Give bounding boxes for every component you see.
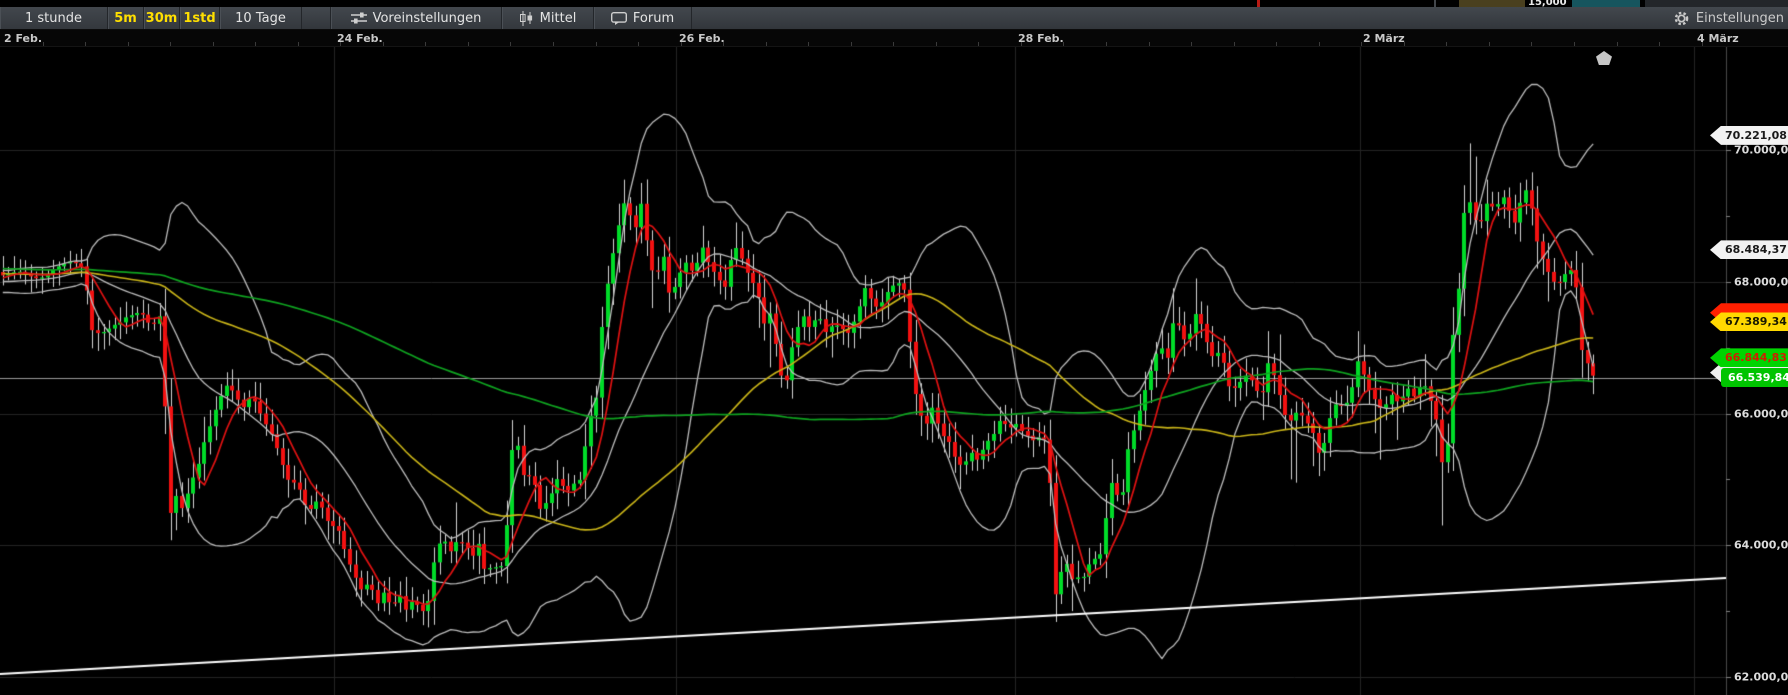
candles-icon	[519, 10, 534, 26]
date-minor-tick	[808, 42, 809, 46]
timeframe-select-label: 1 stunde	[24, 10, 82, 26]
sliders-icon	[350, 12, 367, 24]
date-minor-tick	[638, 42, 639, 46]
date-minor-tick	[1063, 42, 1064, 46]
date-label: 26 Feb.	[679, 32, 725, 45]
date-minor-tick	[85, 42, 86, 46]
top-partial-strip: 15,000	[0, 0, 1788, 7]
forum-button[interactable]: Forum	[594, 7, 692, 29]
tf-5m[interactable]: 5m	[108, 7, 144, 29]
range-10-tage-label: 10 Tage	[235, 10, 286, 26]
date-minor-tick	[1446, 42, 1447, 46]
date-minor-tick	[425, 42, 426, 46]
date-minor-tick	[1234, 42, 1235, 46]
candlestick-canvas[interactable]	[0, 46, 1788, 695]
date-minor-tick	[1276, 42, 1277, 46]
date-minor-tick	[1702, 42, 1703, 46]
tf-30m-label: 30m	[145, 10, 178, 26]
timeframe-select[interactable]: 1 stunde	[0, 7, 108, 29]
date-minor-tick	[766, 42, 767, 46]
date-minor-tick	[170, 42, 171, 46]
date-minor-tick	[1191, 42, 1192, 46]
tf-1std[interactable]: 1std	[180, 7, 220, 29]
einstellungen-button[interactable]: Einstellungen	[1664, 7, 1788, 29]
last-price-flag: 66.539,84	[1721, 368, 1788, 388]
mittel-button[interactable]: Mittel	[502, 7, 594, 29]
date-minor-tick	[1659, 42, 1660, 46]
trading-app-window: 15,000 1 stunde 5m 30m 1std 10 Tage Voreinste…	[0, 0, 1788, 695]
mittel-button-label: Mittel	[539, 10, 577, 26]
date-minor-tick	[893, 42, 894, 46]
price-tick-label: 70.000,00	[1734, 143, 1788, 157]
date-minor-tick	[213, 42, 214, 46]
date-minor-tick	[1106, 42, 1107, 46]
sliders-icon	[350, 12, 367, 24]
date-minor-tick	[1531, 42, 1532, 46]
chart-toolbar: 1 stunde 5m 30m 1std 10 Tage Voreinstellungen…	[0, 7, 1788, 30]
forum-button-label: Forum	[632, 10, 675, 26]
tf-1std-label: 1std	[183, 10, 216, 26]
strip-teal-block	[1572, 0, 1640, 7]
date-label: 28 Feb.	[1018, 32, 1064, 45]
yellow-ma-flag: 67.389,34	[1710, 312, 1788, 332]
date-minor-tick	[596, 42, 597, 46]
date-axis[interactable]: 2 Feb. 24 Feb. 26 Feb. 28 Feb. 2 März 4 März	[0, 30, 1788, 47]
date-minor-tick	[1149, 42, 1150, 46]
date-minor-tick	[1021, 42, 1022, 46]
date-label: 4 März	[1697, 32, 1739, 45]
date-minor-tick	[128, 42, 129, 46]
strip-olive-block	[1459, 0, 1525, 7]
chart-area[interactable]: 70.000,00 68.000,00 66.000,00 64.000,00 62.0…	[0, 46, 1788, 695]
date-label: 2 Feb.	[4, 32, 43, 45]
date-label: 2 März	[1363, 32, 1405, 45]
date-label: 24 Feb.	[337, 32, 383, 45]
gear-icon	[1674, 11, 1689, 25]
strip-gray-block	[1645, 0, 1788, 7]
volume-value-label: 15,000	[1528, 0, 1567, 7]
date-minor-tick	[510, 42, 511, 46]
date-minor-tick	[1361, 42, 1362, 46]
date-minor-tick	[851, 42, 852, 46]
date-minor-tick	[340, 42, 341, 46]
gear-icon	[1674, 11, 1689, 26]
speech-bubble-icon	[610, 11, 627, 25]
date-minor-tick	[681, 42, 682, 46]
date-minor-tick	[1404, 42, 1405, 46]
voreinstellungen-button-label: Voreinstellungen	[372, 10, 482, 26]
date-minor-tick	[553, 42, 554, 46]
price-tick-label: 64.000,00	[1734, 538, 1788, 552]
strip-red-tick	[1257, 0, 1260, 7]
date-minor-tick	[468, 42, 469, 46]
date-minor-tick	[723, 42, 724, 46]
bollinger-upper-flag: 70.221,08	[1710, 125, 1788, 145]
bollinger-mid-flag: 68.484,37	[1710, 240, 1788, 260]
candlestick-icon	[519, 10, 532, 26]
tf-5m-label: 5m	[114, 10, 137, 26]
range-10-tage[interactable]: 10 Tage	[220, 7, 302, 29]
date-minor-tick	[1574, 42, 1575, 46]
bubble-icon	[610, 11, 627, 25]
date-minor-tick	[1319, 42, 1320, 46]
date-minor-tick	[1489, 42, 1490, 46]
date-minor-tick	[43, 42, 44, 46]
date-minor-tick	[1617, 42, 1618, 46]
price-tick-label: 66.000,00	[1734, 407, 1788, 420]
date-minor-tick	[298, 42, 299, 46]
einstellungen-label: Einstellungen	[1695, 10, 1784, 26]
date-minor-tick	[383, 42, 384, 46]
price-tick-label: 62.000,00	[1734, 670, 1788, 684]
date-minor-tick	[936, 42, 937, 46]
date-minor-tick	[978, 42, 979, 46]
date-minor-tick	[255, 42, 256, 46]
strip-separator	[1434, 0, 1436, 7]
voreinstellungen-button[interactable]: Voreinstellungen	[330, 7, 502, 29]
green-ma-flag: 66.844,83	[1710, 348, 1788, 368]
price-tick-label: 68.000,00	[1734, 275, 1788, 289]
tf-30m[interactable]: 30m	[144, 7, 180, 29]
